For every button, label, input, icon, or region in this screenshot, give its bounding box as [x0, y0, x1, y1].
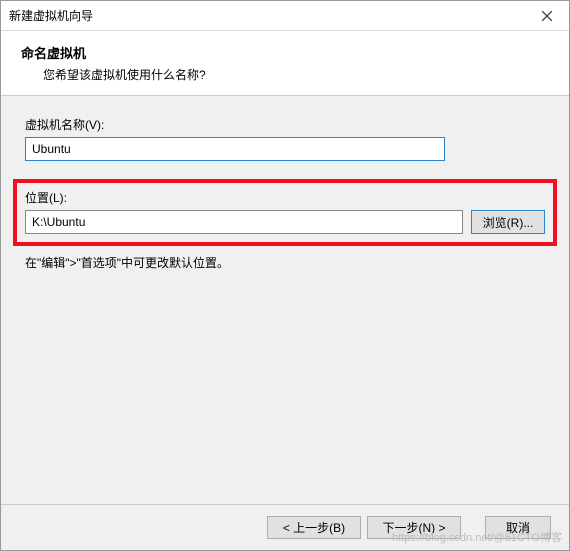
- location-highlight: 位置(L): 浏览(R)...: [13, 179, 557, 246]
- cancel-button[interactable]: 取消: [485, 516, 551, 539]
- page-subheading: 您希望该虚拟机使用什么名称?: [21, 66, 549, 83]
- location-row: 浏览(R)...: [25, 210, 545, 234]
- location-label: 位置(L):: [25, 189, 545, 206]
- wizard-header: 命名虚拟机 您希望该虚拟机使用什么名称?: [1, 31, 569, 96]
- location-hint: 在"编辑">"首选项"中可更改默认位置。: [25, 254, 545, 271]
- wizard-window: 新建虚拟机向导 命名虚拟机 您希望该虚拟机使用什么名称? 虚拟机名称(V): 位…: [0, 0, 570, 551]
- location-input[interactable]: [25, 210, 463, 234]
- browse-button[interactable]: 浏览(R)...: [471, 210, 545, 234]
- wizard-content: 虚拟机名称(V): 位置(L): 浏览(R)... 在"编辑">"首选项"中可更…: [1, 96, 569, 504]
- vm-name-input[interactable]: [25, 137, 445, 161]
- titlebar: 新建虚拟机向导: [1, 1, 569, 31]
- window-title: 新建虚拟机向导: [9, 7, 525, 24]
- back-button[interactable]: < 上一步(B): [267, 516, 361, 539]
- close-button[interactable]: [525, 1, 569, 30]
- next-button[interactable]: 下一步(N) >: [367, 516, 461, 539]
- wizard-footer: < 上一步(B) 下一步(N) > 取消 https://blog.csdn.n…: [1, 504, 569, 550]
- close-icon: [542, 8, 552, 24]
- page-heading: 命名虚拟机: [21, 43, 549, 62]
- vm-name-label: 虚拟机名称(V):: [25, 116, 545, 133]
